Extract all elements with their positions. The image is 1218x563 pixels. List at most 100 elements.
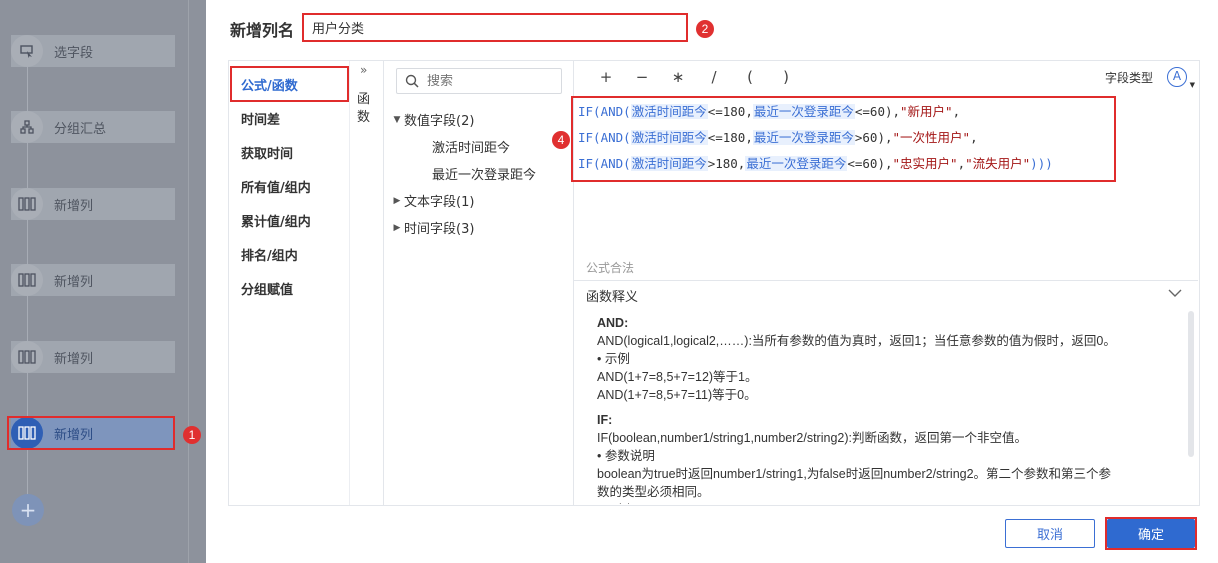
- formula-editor-panel: + − ∗ / ( ) 字段类型 A ▼ IF(AND(激活时间距今<=180,…: [552, 61, 1199, 505]
- formula-keyword: IF(AND(: [578, 156, 631, 171]
- caret-right-icon: ▶: [393, 195, 401, 206]
- step-group-summary[interactable]: 分组汇总: [11, 111, 175, 143]
- field-chip[interactable]: 激活时间距今: [630, 104, 708, 119]
- step-label: 新增列: [54, 351, 94, 367]
- caret-down-icon: ▼: [393, 114, 401, 125]
- add-column-icon: [11, 188, 43, 220]
- highlight-box: [230, 66, 349, 102]
- function-description-text: AND: AND(logical1,logical2,……):当所有参数的值为真时…: [597, 314, 1167, 504]
- category-get-time[interactable]: 获取时间: [229, 135, 349, 169]
- field-type-icon[interactable]: A: [1167, 67, 1187, 87]
- formula-string: "一次性用户": [892, 130, 971, 145]
- step-select-field[interactable]: 选字段: [11, 35, 175, 67]
- formula-line: IF(AND(激活时间距今>180,最近一次登录距今<=60),"忠实用户","…: [578, 154, 1114, 180]
- field-list-panel: ▼ 数值字段(2) 激活时间距今 最近一次登录距今 ▶ 文本字段(1) ▶ 时间…: [384, 61, 574, 505]
- tree-group-label: 文本字段(1): [404, 195, 475, 210]
- category-cumulative[interactable]: 累计值/组内: [229, 203, 349, 237]
- column-name-label: 新增列名: [230, 21, 295, 40]
- field-item[interactable]: 激活时间距今: [390, 133, 570, 160]
- tree-group-label: 时间字段(3): [404, 222, 475, 237]
- function-collapse-panel[interactable]: » 函数: [349, 61, 384, 505]
- field-chip[interactable]: 激活时间距今: [630, 156, 708, 171]
- formula-line: IF(AND(激活时间距今<=180,最近一次登录距今>60),"一次性用户",: [578, 128, 1114, 154]
- operator-toolbar: + − ∗ / ( ) 字段类型 A ▼: [574, 61, 1199, 93]
- formula-text: ,: [957, 156, 966, 171]
- formula-input[interactable]: IF(AND(激活时间距今<=180,最近一次登录距今<=60),"新用户", …: [571, 96, 1116, 182]
- formula-text: <=180,: [707, 104, 753, 119]
- field-search[interactable]: [396, 68, 562, 94]
- formula-string: "新用户": [900, 104, 953, 119]
- add-column-dialog: 新增列名 2 公式/函数 时间差 获取时间 所有值/组内 累计值/组内 排名/组…: [206, 0, 1218, 563]
- search-input[interactable]: [427, 73, 547, 89]
- add-column-icon: [11, 341, 43, 373]
- caret-right-icon: ▶: [393, 222, 401, 233]
- field-chip[interactable]: 最近一次登录距今: [745, 156, 848, 171]
- function-panel-label: 函数: [357, 92, 371, 125]
- step-label: 新增列: [54, 198, 94, 214]
- left-paren-button[interactable]: (: [732, 68, 768, 86]
- field-chip[interactable]: 最近一次登录距今: [752, 130, 855, 145]
- cancel-button[interactable]: 取消: [1005, 519, 1095, 548]
- description-line: 数的类型必须相同。: [597, 485, 710, 499]
- callout-badge: 1: [183, 426, 201, 444]
- field-tree: ▼ 数值字段(2) 激活时间距今 最近一次登录距今 ▶ 文本字段(1) ▶ 时间…: [390, 106, 570, 241]
- plus-operator-button[interactable]: +: [588, 68, 624, 86]
- step-add-column[interactable]: 新增列: [11, 341, 175, 373]
- formula-text: <=60),: [854, 104, 901, 119]
- highlight-box: [1105, 517, 1197, 550]
- description-line: IF:: [597, 413, 613, 427]
- formula-text: >180,: [707, 156, 746, 171]
- search-icon: [405, 74, 419, 88]
- steps-panel: 选字段 分组汇总 新增列 新增列 新增列 新增列 1 +: [0, 0, 206, 563]
- right-paren-button[interactable]: ): [768, 68, 804, 86]
- expand-arrow-icon[interactable]: »: [360, 63, 367, 77]
- multiply-operator-button[interactable]: ∗: [660, 68, 696, 86]
- tree-group-text[interactable]: ▶ 文本字段(1): [390, 187, 570, 214]
- description-line: IF(boolean,number1/string1,number2/strin…: [597, 431, 1027, 445]
- field-chip[interactable]: 激活时间距今: [630, 130, 708, 145]
- description-line: AND(1+7=8,5+7=11)等于0。: [597, 388, 757, 402]
- tree-group-numeric[interactable]: ▼ 数值字段(2): [390, 106, 570, 133]
- field-chip[interactable]: 最近一次登录距今: [752, 104, 855, 119]
- category-rank[interactable]: 排名/组内: [229, 237, 349, 271]
- step-label: 分组汇总: [54, 121, 107, 137]
- callout-badge: 4: [552, 131, 570, 149]
- description-line: • 示例: [597, 352, 630, 366]
- function-description-panel: 函数释义 AND: AND(logical1,logical2,……):当所有参数…: [574, 280, 1198, 504]
- step-add-column[interactable]: 新增列: [11, 188, 175, 220]
- scrollbar[interactable]: [1188, 311, 1194, 457]
- highlight-box: [7, 416, 175, 450]
- category-all-values[interactable]: 所有值/组内: [229, 169, 349, 203]
- minus-operator-button[interactable]: −: [624, 68, 660, 86]
- category-time-diff[interactable]: 时间差: [229, 101, 349, 135]
- step-label: 新增列: [54, 274, 94, 290]
- column-name-input[interactable]: [302, 13, 688, 42]
- formula-string: "忠实用户": [892, 156, 958, 171]
- chevron-down-icon[interactable]: [1168, 287, 1182, 301]
- field-item[interactable]: 最近一次登录距今: [390, 160, 570, 187]
- formula-line: IF(AND(激活时间距今<=180,最近一次登录距今<=60),"新用户",: [578, 102, 1114, 128]
- formula-keyword: ))): [1030, 156, 1053, 171]
- description-line: AND(logical1,logical2,……):当所有参数的值为真时，返回1…: [597, 334, 1116, 348]
- select-field-icon: [11, 35, 43, 67]
- tree-group-time[interactable]: ▶ 时间字段(3): [390, 214, 570, 241]
- formula-text: >60),: [854, 130, 893, 145]
- category-group-assign[interactable]: 分组赋值: [229, 271, 349, 305]
- step-add-column[interactable]: 新增列: [11, 264, 175, 296]
- caret-down-icon[interactable]: ▼: [1190, 81, 1195, 89]
- callout-badge: 2: [696, 20, 714, 38]
- formula-valid-status: 公式合法: [586, 261, 635, 275]
- field-type-label: 字段类型: [1104, 71, 1153, 85]
- divide-operator-button[interactable]: /: [696, 68, 732, 86]
- description-line: AND(1+7=8,5+7=12)等于1。: [597, 370, 758, 384]
- function-description-title: 函数释义: [586, 290, 639, 305]
- add-step-button[interactable]: +: [12, 494, 44, 526]
- tree-group-label: 数值字段(2): [404, 114, 475, 129]
- group-summary-icon: [11, 111, 43, 143]
- description-line: • 参数说明: [597, 449, 655, 463]
- description-line: boolean为true时返回number1/string1,为false时返回…: [597, 467, 1112, 481]
- function-category-list: 公式/函数 时间差 获取时间 所有值/组内 累计值/组内 排名/组内 分组赋值: [229, 61, 349, 505]
- add-column-icon: [11, 264, 43, 296]
- formula-text: ,: [970, 130, 978, 145]
- formula-keyword: IF(AND(: [578, 104, 631, 119]
